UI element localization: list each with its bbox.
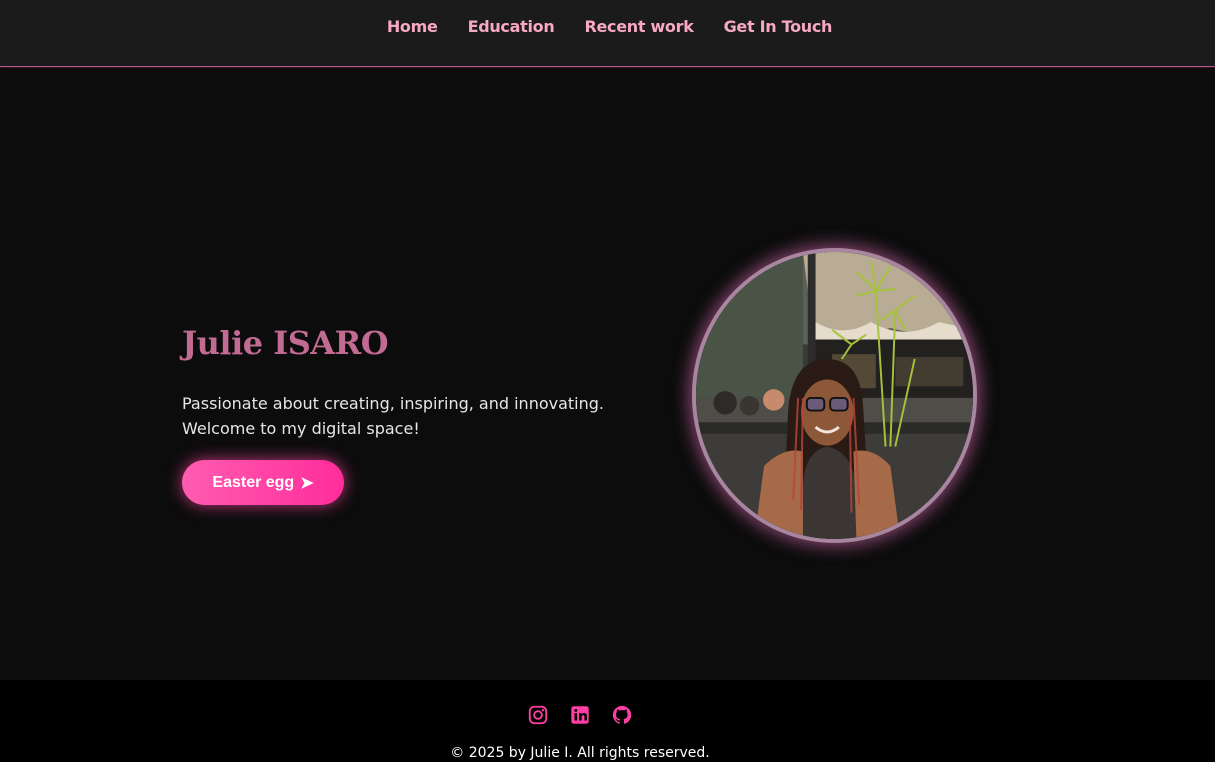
easter-egg-button[interactable]: Easter egg ➤ (182, 460, 344, 505)
profile-photo (692, 248, 977, 543)
github-icon[interactable] (611, 704, 633, 726)
nav-item-recent-work[interactable]: Recent work (584, 17, 693, 36)
tagline-line-2: Welcome to my digital space! (182, 419, 420, 438)
page-footer: © 2025 by Julie I. All rights reserved. (0, 680, 1215, 762)
social-links (527, 704, 633, 726)
hero-name: Julie ISARO (182, 324, 389, 362)
hero-tagline: Passionate about creating, inspiring, an… (182, 391, 622, 441)
easter-egg-label: Easter egg (212, 473, 295, 491)
linkedin-icon[interactable] (569, 704, 591, 726)
top-navbar: Home Education Recent work Get In Touch (0, 0, 1215, 67)
profile-photo-illustration (696, 252, 973, 539)
hero-section: Julie ISARO Passionate about creating, i… (0, 68, 1215, 680)
nav-item-education[interactable]: Education (468, 17, 555, 36)
nav-item-get-in-touch[interactable]: Get In Touch (724, 17, 833, 36)
nav-item-home[interactable]: Home (387, 17, 438, 36)
nav-links: Home Education Recent work Get In Touch (383, 17, 833, 36)
instagram-icon[interactable] (527, 704, 549, 726)
send-arrow-icon: ➤ (300, 474, 314, 492)
tagline-line-1: Passionate about creating, inspiring, an… (182, 394, 604, 413)
copyright-text: © 2025 by Julie I. All rights reserved. (450, 745, 710, 761)
